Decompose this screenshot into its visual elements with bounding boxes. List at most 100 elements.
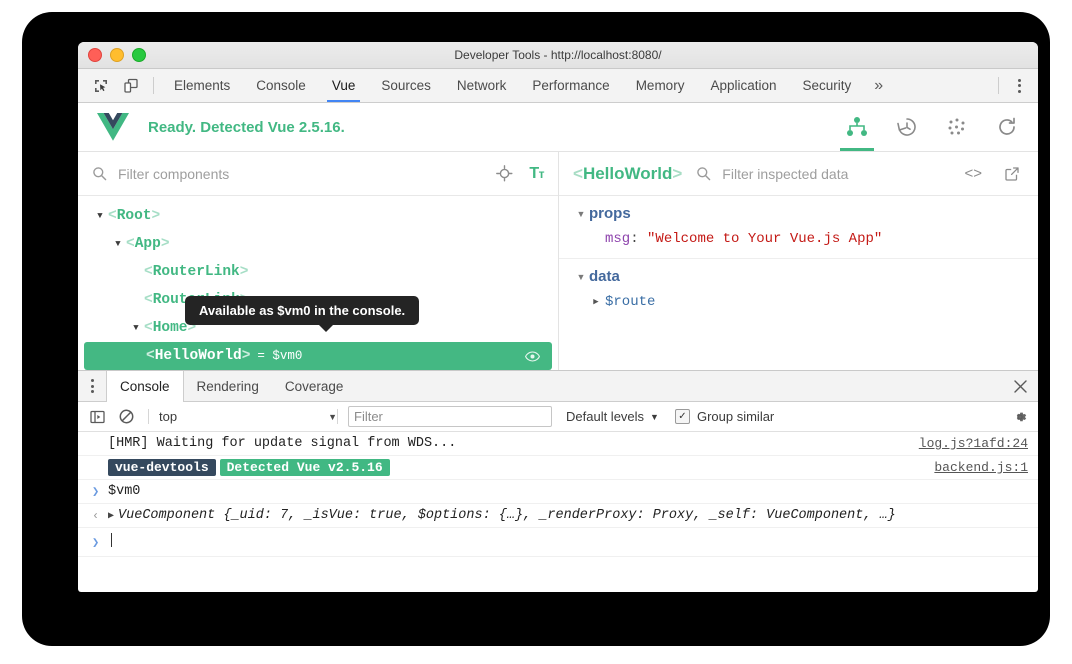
inspector-section-props: ▼ props msg: "Welcome to Your Vue.js App… (559, 196, 1038, 259)
devtools-tab-network[interactable]: Network (444, 69, 520, 102)
expand-arrow-icon[interactable]: ▼ (110, 239, 126, 249)
open-in-editor-icon[interactable]: <> (964, 165, 982, 182)
tag-open-bracket: < (144, 320, 153, 336)
inspector-section-data: ▼ data ▶ $route (559, 259, 1038, 321)
inspector-filter-input[interactable] (720, 165, 948, 183)
devtools-tab-security[interactable]: Security (790, 69, 865, 102)
inspect-element-icon[interactable] (86, 69, 116, 102)
console-drawer: Console Rendering Coverage (78, 370, 1038, 557)
message-source-link[interactable]: backend.js:1 (934, 460, 1028, 475)
devtools-tab-sources[interactable]: Sources (368, 69, 444, 102)
group-similar-checkbox[interactable]: ✓ (675, 409, 690, 424)
chevron-right-icon[interactable]: ▶ (108, 511, 114, 522)
close-window-button[interactable] (88, 48, 102, 62)
console-sidebar-icon[interactable] (90, 410, 105, 424)
inspected-component-label: HelloWorld (583, 164, 672, 183)
devtools-tab-console[interactable]: Console (243, 69, 319, 102)
close-icon[interactable] (1002, 371, 1038, 401)
tag-close-bracket: > (240, 264, 249, 280)
drawer-tab-coverage[interactable]: Coverage (272, 371, 357, 401)
tree-row[interactable]: ▼ <Root> (78, 202, 558, 230)
clear-console-icon[interactable] (119, 409, 134, 424)
maximize-window-button[interactable] (132, 48, 146, 62)
badge-detected-vue: Detected Vue v2.5.16 (220, 459, 390, 476)
group-similar-toggle[interactable]: ✓ Group similar (675, 409, 774, 424)
message-text: [HMR] Waiting for update signal from WDS… (108, 436, 909, 451)
console-context-select[interactable]: top ▼ (159, 409, 337, 424)
message-gutter-output-icon: ‹ (92, 509, 108, 523)
console-toolbar: top ▼ Default levels ▼ ✓ Group similar (78, 402, 1038, 432)
tree-row-selected[interactable]: <HelloWorld> = $vm0 (84, 342, 552, 370)
drawer-tab-console[interactable]: Console (106, 371, 184, 402)
drawer-kebab-icon[interactable] (78, 371, 106, 401)
tabbar-spacer (893, 69, 991, 102)
events-icon[interactable] (946, 104, 968, 151)
tree-row[interactable]: ▼ <RouterLink> (78, 258, 558, 286)
kebab-menu-icon[interactable] (1006, 69, 1032, 102)
toolbar-divider-2 (337, 409, 338, 424)
toolbar-divider (153, 77, 154, 94)
tag-close-bracket: > (161, 236, 170, 252)
vue-status-text: Ready. Detected Vue 2.5.16. (148, 119, 345, 136)
chevron-down-icon: ▼ (650, 412, 659, 422)
devtools-tab-vue[interactable]: Vue (319, 69, 369, 102)
pop-out-icon[interactable] (1004, 166, 1020, 182)
section-title: props (589, 205, 631, 222)
drawer-tab-rendering[interactable]: Rendering (184, 371, 272, 401)
chevron-down-icon[interactable]: ▼ (573, 209, 589, 219)
components-tab-icon[interactable] (846, 104, 868, 151)
tag-close-bracket: > (152, 208, 161, 224)
console-levels-label: Default levels (566, 409, 644, 424)
message-text: vue-devtoolsDetected Vue v2.5.16 (108, 459, 924, 476)
section-header-props[interactable]: ▼ props (559, 205, 1038, 222)
console-prompt[interactable]: ❯ (78, 528, 1038, 557)
devtools-tab-application[interactable]: Application (697, 69, 789, 102)
prompt-caret-icon: ❯ (92, 535, 108, 550)
vue-logo-icon (96, 112, 130, 142)
inspector-content: ▼ props msg: "Welcome to Your Vue.js App… (559, 196, 1038, 370)
inspector-filter-bar: <HelloWorld> <> (559, 152, 1038, 196)
devtools-main-split: Tт ▼ <Root> ▼ <App> ▼ <RouterLink> (78, 152, 1038, 370)
select-component-target-icon[interactable] (496, 165, 513, 182)
chevron-down-icon[interactable]: ▼ (573, 272, 589, 282)
data-row-route[interactable]: ▶ $route (559, 294, 1038, 310)
tag-close-bracket: > (242, 348, 251, 364)
components-filter-input[interactable] (116, 165, 480, 183)
badge-vue-devtools: vue-devtools (108, 459, 216, 476)
chevron-down-icon: ▼ (328, 412, 337, 422)
eye-icon[interactable] (525, 351, 540, 362)
tag-open-bracket: < (146, 348, 155, 364)
components-filter-bar: Tт (78, 152, 558, 196)
section-header-data[interactable]: ▼ data (559, 268, 1038, 285)
devtools-tabs-overflow-icon[interactable]: » (864, 69, 893, 102)
expand-arrow-placeholder: ▼ (128, 267, 144, 277)
console-message-input[interactable]: ❯ $vm0 (78, 480, 1038, 504)
prop-row-msg[interactable]: msg: "Welcome to Your Vue.js App" (559, 231, 1038, 247)
console-levels-dropdown[interactable]: Default levels ▼ (566, 409, 659, 424)
text-format-icon[interactable]: Tт (529, 165, 544, 183)
refresh-icon[interactable] (996, 104, 1018, 151)
window-title: Developer Tools - http://localhost:8080/ (78, 48, 1038, 62)
device-toolbar-icon[interactable] (116, 69, 146, 102)
traffic-lights (88, 48, 146, 62)
console-message-badges[interactable]: vue-devtoolsDetected Vue v2.5.16 backend… (78, 456, 1038, 480)
console-prompt-input[interactable] (108, 533, 1028, 552)
message-source-link[interactable]: log.js?1afd:24 (919, 436, 1028, 451)
vuex-history-icon[interactable] (896, 104, 918, 151)
expand-arrow-icon[interactable]: ▼ (92, 211, 108, 221)
tree-row[interactable]: ▼ <App> (78, 230, 558, 258)
text-cursor (111, 533, 112, 547)
expand-arrow-icon[interactable]: ▼ (128, 323, 144, 333)
component-name: Root (117, 208, 152, 224)
gear-icon[interactable] (1012, 409, 1028, 425)
chevron-right-icon[interactable]: ▶ (587, 297, 605, 307)
minimize-window-button[interactable] (110, 48, 124, 62)
prop-key: msg (605, 231, 630, 247)
devtools-tab-performance[interactable]: Performance (519, 69, 622, 102)
console-message-log[interactable]: [HMR] Waiting for update signal from WDS… (78, 432, 1038, 456)
console-filter-input[interactable] (348, 406, 552, 427)
devtools-tab-elements[interactable]: Elements (161, 69, 243, 102)
devtools-tab-memory[interactable]: Memory (623, 69, 698, 102)
console-message-result[interactable]: ‹ ▶VueComponent {_uid: 7, _isVue: true, … (78, 504, 1038, 528)
prop-separator: : (630, 231, 647, 247)
